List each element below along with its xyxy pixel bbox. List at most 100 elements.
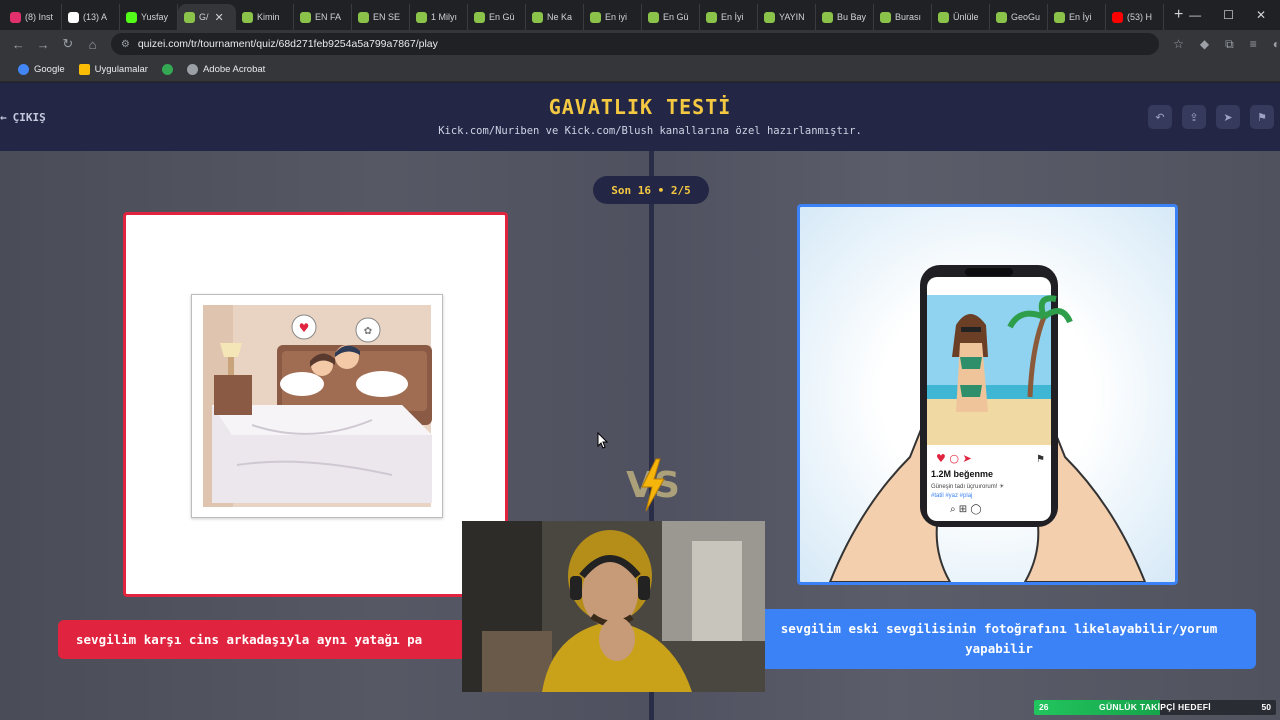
share-button[interactable]: ⇪ xyxy=(1182,105,1206,129)
window-controls: — ☐ ✕ xyxy=(1189,0,1280,30)
tab-favicon-icon xyxy=(880,11,891,23)
quiz-subtitle: Kick.com/Nuriben ve Kick.com/Blush kanal… xyxy=(438,125,862,137)
tab-favicon-icon xyxy=(126,11,137,23)
url-field[interactable]: ⚙ quizei.com/tr/tournament/quiz/68d271fe… xyxy=(110,33,1160,55)
tab-favicon-icon xyxy=(822,11,833,23)
browser-tab[interactable]: 1 Milyı xyxy=(410,4,468,30)
option-label-right[interactable]: sevgilim eski sevgilisinin fotoğrafını l… xyxy=(740,609,1256,669)
tab-title: GeoGu xyxy=(1011,12,1041,22)
quiz-page: ← ÇIKIŞ GAVATLIK TESTİ Kick.com/Nuriben … xyxy=(0,83,1280,720)
browser-tab[interactable]: En İyi xyxy=(700,4,758,30)
tab-title: En Gü xyxy=(489,12,515,22)
browser-tab[interactable]: (53) H xyxy=(1106,4,1164,30)
browser-tab[interactable]: G/ ✕ xyxy=(178,4,236,30)
option-label-left[interactable]: sevgilim karşı cins arkadaşıyla aynı yat… xyxy=(58,620,528,659)
browser-tab[interactable]: Ne Ka xyxy=(526,4,584,30)
tab-title: Burası xyxy=(895,12,922,22)
svg-text:✿: ✿ xyxy=(364,326,372,337)
reload-icon[interactable]: ↻ xyxy=(55,36,80,52)
forward-icon[interactable]: → xyxy=(31,37,56,52)
tab-title: Kimin xyxy=(257,12,280,22)
browser-tab[interactable]: En Gü xyxy=(468,4,526,30)
new-tab-button[interactable]: + xyxy=(1174,6,1183,24)
browser-tab[interactable]: Kimin xyxy=(236,4,294,30)
tab-favicon-icon xyxy=(764,11,775,23)
site-info-icon[interactable]: ⚙ xyxy=(121,39,130,50)
tab-favicon-icon xyxy=(532,11,543,23)
bookmark-chrome[interactable] xyxy=(161,64,173,75)
bookmarks-bar: Google Uygulamalar Adobe Acrobat xyxy=(0,58,1280,82)
browser-tab[interactable]: Bu Bay xyxy=(816,4,874,30)
tab-favicon-icon xyxy=(10,11,21,23)
browser-tab[interactable]: EN FA xyxy=(294,4,352,30)
browser-tab[interactable]: En Gü xyxy=(642,4,700,30)
back-icon[interactable]: ← xyxy=(6,37,31,52)
tab-title: EN FA xyxy=(315,12,342,22)
tab-title: En İyi xyxy=(721,12,744,22)
sidebar-icon[interactable]: ≡ xyxy=(1250,37,1257,52)
flag-icon: ⚑ xyxy=(1257,111,1267,124)
tab-title: Yusfay xyxy=(141,12,169,22)
tab-favicon-icon xyxy=(68,11,79,23)
browser-tab[interactable]: EN SE xyxy=(352,4,410,30)
address-toolbar: ← → ↻ ⌂ ⚙ quizei.com/tr/tournament/quiz/… xyxy=(0,30,1280,58)
quiz-header: ← ÇIKIŞ GAVATLIK TESTİ Kick.com/Nuriben … xyxy=(0,83,1280,151)
tab-favicon-icon xyxy=(358,11,369,23)
browser-tab[interactable]: Ünlüle xyxy=(932,4,990,30)
browser-tab[interactable]: (8) Inst xyxy=(4,4,62,30)
tab-title: (13) A xyxy=(83,12,108,22)
phone-post-tags: #tatil #yaz #plaj xyxy=(931,493,972,499)
tab-favicon-icon xyxy=(706,11,717,23)
flag-button[interactable]: ⚑ xyxy=(1250,105,1274,129)
google-icon xyxy=(18,64,29,75)
undo-icon: ↶ xyxy=(1155,111,1165,124)
tab-title: EN SE xyxy=(373,12,401,22)
option-card-right[interactable]: ♥ ○ ➤ ⚑ 1.2M beğenme Güneşin tadı üçruır… xyxy=(797,204,1178,585)
tab-title: En iyi xyxy=(605,12,628,22)
tab-favicon-icon xyxy=(1054,11,1065,23)
browser-tab[interactable]: YAYIN xyxy=(758,4,816,30)
svg-text:⌕ ⊞ ◯: ⌕ ⊞ ◯ xyxy=(950,504,982,515)
send-button[interactable]: ➤ xyxy=(1216,105,1240,129)
close-window-icon[interactable]: ✕ xyxy=(1256,8,1266,22)
tab-favicon-icon xyxy=(1112,11,1123,23)
tab-favicon-icon xyxy=(300,11,311,23)
svg-text:♥ ○ ➤: ♥ ○ ➤ xyxy=(936,452,972,465)
browser-tab[interactable]: Yusfay xyxy=(120,4,178,30)
close-tab-icon[interactable]: ✕ xyxy=(215,11,224,24)
bookmark-google[interactable]: Google xyxy=(18,64,65,75)
extension-icon[interactable]: ◆ xyxy=(1200,37,1209,52)
couple-in-bed-illustration: ♥ ✿ xyxy=(203,305,432,507)
tab-title: (53) H xyxy=(1127,12,1153,22)
browser-tab[interactable]: En iyi xyxy=(584,4,642,30)
share-icon: ⇪ xyxy=(1189,111,1199,124)
tab-title: G/ xyxy=(199,12,209,22)
browser-tab[interactable]: GeoGu xyxy=(990,4,1048,30)
bookmark-star-icon[interactable]: ☆ xyxy=(1173,37,1184,52)
tab-title: 1 Milyı xyxy=(431,12,458,22)
tab-favicon-icon xyxy=(996,11,1007,23)
browser-tab[interactable]: En İyi xyxy=(1048,4,1106,30)
tab-favicon-icon xyxy=(184,11,195,23)
bookmark-apps[interactable]: Uygulamalar xyxy=(78,64,148,75)
browser-tab[interactable]: Burası xyxy=(874,4,932,30)
undo-button[interactable]: ↶ xyxy=(1148,105,1172,129)
browser-tab[interactable]: (13) A xyxy=(62,4,120,30)
tab-favicon-icon xyxy=(648,11,659,23)
webcam-overlay xyxy=(462,521,765,692)
puzzle-icon[interactable]: ⧉ xyxy=(1225,37,1234,52)
svg-text:♥: ♥ xyxy=(299,321,310,335)
tab-title: Ünlüle xyxy=(953,12,979,22)
chrome-icon xyxy=(161,64,173,75)
home-icon[interactable]: ⌂ xyxy=(80,37,105,52)
profile-icon[interactable]: ◐ xyxy=(1273,37,1280,52)
tab-favicon-icon xyxy=(416,11,427,23)
tab-title: YAYIN xyxy=(779,12,805,22)
bookmark-acrobat[interactable]: Adobe Acrobat xyxy=(186,64,265,75)
browser-tab-bar: (8) Inst (13) A Yusfay G/ ✕ Kimin EN FA EN SE 1 … xyxy=(0,0,1280,30)
minimize-icon[interactable]: — xyxy=(1189,8,1201,22)
option-card-left[interactable]: ♥ ✿ xyxy=(123,212,508,597)
maximize-icon[interactable]: ☐ xyxy=(1223,8,1234,22)
bed-illustration-frame: ♥ ✿ xyxy=(191,294,443,518)
vs-badge: VS xyxy=(618,455,688,515)
